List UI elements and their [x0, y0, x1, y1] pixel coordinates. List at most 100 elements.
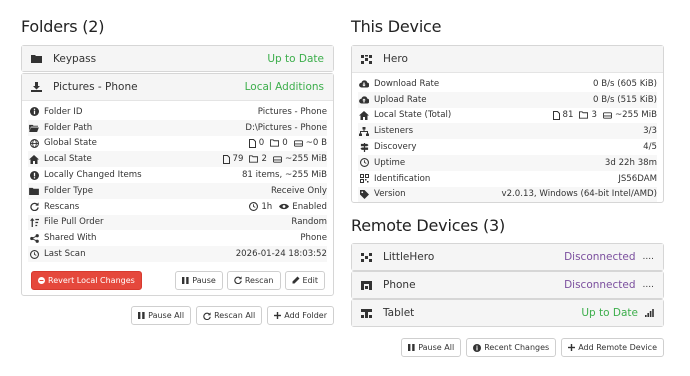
edit-folder-button[interactable]: Edit — [284, 270, 325, 290]
row-discovery: Discovery 4/5 — [358, 139, 657, 155]
folder-keypass-panel[interactable]: Keypass Up to Date — [21, 45, 334, 72]
row-folder-type: Folder Type Receive Only — [28, 182, 327, 199]
pause-icon — [408, 344, 415, 351]
row-last-scan: Last Scan 2026-01-24 18:03:52 — [28, 246, 327, 262]
folder-outline-icon — [270, 139, 280, 148]
share-icon — [28, 233, 40, 243]
row-shared-with: Shared With Phone — [28, 230, 327, 246]
remote-devices-heading: Remote Devices (3) — [351, 216, 506, 235]
pause-all-devices-button[interactable]: Pause All — [401, 338, 462, 357]
folder-pictures-panel: Pictures - Phone Local Additions Folder … — [21, 73, 334, 296]
device-id-link[interactable]: JS56DAM — [618, 174, 657, 184]
folder-outline-icon — [249, 155, 259, 163]
globe-icon — [28, 138, 40, 148]
row-pull-order: File Pull Order Random — [28, 214, 327, 231]
refresh-icon — [28, 202, 40, 212]
device-identicon — [361, 280, 379, 290]
connection-dots: .... — [642, 252, 654, 262]
discovery-link[interactable]: 4/5 — [643, 142, 657, 152]
pause-folder-button[interactable]: Pause — [175, 270, 223, 290]
remote-device-phone[interactable]: Phone Disconnected .... — [351, 271, 664, 299]
folder-name: Pictures - Phone — [53, 81, 138, 93]
qrcode-icon — [358, 174, 370, 184]
file-icon — [222, 154, 230, 164]
add-remote-device-button[interactable]: Add Remote Device — [561, 338, 664, 357]
folder-status: Up to Date — [267, 52, 324, 65]
row-identification: Identification JS56DAM — [358, 171, 657, 187]
minus-circle-icon — [38, 276, 45, 284]
row-listeners: Listeners 3/3 — [358, 123, 657, 140]
row-folder-id: Folder ID Pictures - Phone — [28, 104, 327, 120]
info-icon — [473, 343, 482, 352]
folder-pictures-header[interactable]: Pictures - Phone Local Additions — [22, 74, 333, 100]
file-icon — [248, 138, 256, 148]
clock-icon — [28, 249, 40, 259]
recent-changes-button[interactable]: Recent Changes — [466, 338, 557, 357]
remote-device-status: Disconnected — [564, 251, 636, 263]
pause-icon — [182, 276, 189, 284]
rescan-all-button[interactable]: Rescan All — [196, 306, 263, 325]
pause-icon — [138, 312, 145, 319]
row-uptime: Uptime 3d 22h 38m — [358, 154, 657, 171]
row-upload-rate: Upload Rate 0 B/s (515 KiB) — [358, 91, 657, 108]
device-identicon — [361, 252, 379, 262]
pause-all-folders-button[interactable]: Pause All — [131, 306, 192, 325]
row-local-state: Local State 79 2 ~255 MiB — [28, 151, 327, 168]
shared-device-link[interactable]: Phone — [300, 233, 327, 243]
this-device-header[interactable]: Hero — [352, 46, 663, 72]
this-device-panel: Hero Download Rate 0 B/s (605 KiB) Uploa… — [351, 45, 664, 203]
row-global-state: Global State 0 0 ~0 B — [28, 136, 327, 152]
pencil-icon — [292, 276, 300, 284]
row-local-state-total: Local State (Total) 81 3 ~255 MiB — [358, 108, 657, 124]
folder-open-icon — [28, 124, 40, 132]
hdd-icon — [272, 156, 282, 163]
folder-icon — [28, 187, 40, 195]
hdd-icon — [602, 112, 612, 119]
row-version: Version v2.0.13, Windows (64-bit Intel/A… — [358, 186, 657, 203]
rescan-folder-button[interactable]: Rescan — [226, 270, 281, 290]
device-identicon — [361, 308, 379, 318]
device-name: Hero — [383, 53, 408, 65]
sort-icon — [28, 217, 40, 227]
sitemap-icon — [358, 126, 370, 136]
row-rescans: Rescans 1h Enabled — [28, 199, 327, 215]
tag-icon — [358, 189, 370, 199]
plus-icon — [274, 312, 282, 319]
remote-device-littlehero[interactable]: LittleHero Disconnected .... — [351, 243, 664, 271]
info-icon — [28, 107, 40, 117]
row-download-rate: Download Rate 0 B/s (605 KiB) — [358, 76, 657, 92]
remote-device-name: LittleHero — [383, 251, 435, 263]
device-identicon — [361, 54, 379, 64]
signal-strength-icon — [645, 309, 654, 317]
remote-device-status: Up to Date — [581, 307, 638, 319]
refresh-icon — [234, 276, 242, 285]
cloud-download-icon — [358, 80, 370, 88]
remote-device-name: Tablet — [383, 307, 415, 319]
this-device-heading: This Device — [351, 17, 442, 36]
locally-changed-link[interactable]: 81 items, ~255 MiB — [242, 170, 327, 180]
connection-dots: .... — [642, 280, 654, 290]
add-folder-button[interactable]: Add Folder — [267, 306, 334, 325]
remote-device-tablet[interactable]: Tablet Up to Date — [351, 299, 664, 327]
cloud-upload-icon — [358, 96, 370, 104]
folder-icon — [31, 54, 49, 63]
signpost-icon — [358, 142, 370, 152]
clock-icon — [249, 202, 259, 212]
folder-name: Keypass — [53, 52, 97, 65]
revert-local-changes-button[interactable]: Revert Local Changes — [31, 270, 142, 290]
exclamation-circle-icon — [28, 170, 40, 180]
clock-icon — [358, 158, 370, 168]
remote-device-status: Disconnected — [564, 279, 636, 291]
file-icon — [552, 110, 560, 120]
home-icon — [358, 110, 370, 120]
row-folder-path: Folder Path D:\Pictures - Phone — [28, 119, 327, 136]
hdd-icon — [293, 140, 303, 147]
download-folder-icon — [31, 82, 49, 92]
listeners-link[interactable]: 3/3 — [643, 126, 657, 136]
home-icon — [28, 154, 40, 164]
folder-status: Local Additions — [244, 81, 324, 93]
eye-icon — [279, 203, 290, 210]
folders-heading: Folders (2) — [21, 17, 105, 36]
refresh-icon — [203, 311, 211, 320]
remote-device-name: Phone — [383, 279, 416, 291]
